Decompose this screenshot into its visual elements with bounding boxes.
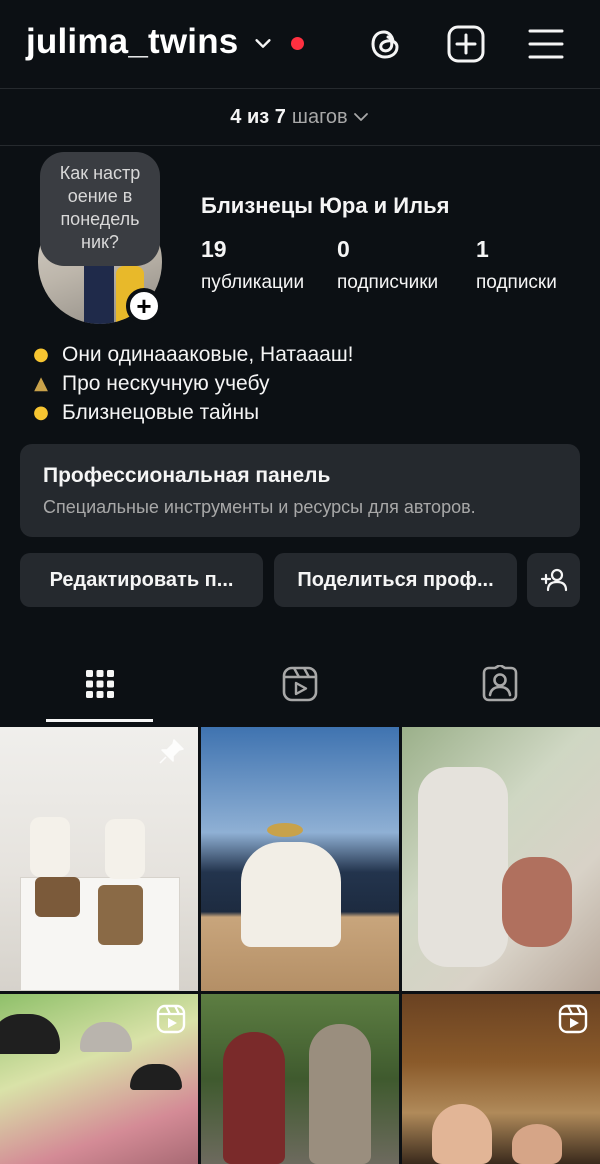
account-switcher-username[interactable]: julima_twins bbox=[26, 22, 238, 62]
professional-dashboard[interactable]: Профессиональная панель Специальные инст… bbox=[20, 444, 580, 537]
tagged-icon bbox=[482, 665, 518, 702]
photo-figure bbox=[98, 885, 143, 945]
edit-profile-button[interactable]: Редактировать п... bbox=[20, 553, 263, 607]
profile-bio: ● Они одинаааковые, Натаааш! ▲ Про неску… bbox=[28, 340, 354, 427]
followers-count[interactable]: 0 подписчики bbox=[337, 236, 438, 294]
photo-figure bbox=[223, 1032, 285, 1164]
discover-people-button[interactable] bbox=[527, 553, 580, 607]
bio-text: Они одинаааковые, Натаааш! bbox=[62, 343, 354, 366]
stat-label: подписчики bbox=[337, 272, 439, 293]
post-thumbnail[interactable] bbox=[0, 994, 198, 1164]
share-profile-button[interactable]: Поделиться проф... bbox=[274, 553, 517, 607]
tab-tagged[interactable] bbox=[476, 660, 524, 708]
post-thumbnail[interactable] bbox=[201, 727, 399, 991]
steps-label: шагов bbox=[291, 105, 348, 128]
photo-figure bbox=[80, 1022, 132, 1052]
post-thumbnail[interactable] bbox=[201, 994, 399, 1164]
stat-value: 0 bbox=[337, 236, 350, 262]
winking-tongue-face-icon: ● bbox=[33, 402, 49, 423]
setup-steps-bar[interactable]: 4 из 7 шагов bbox=[0, 88, 600, 146]
stat-value: 19 bbox=[201, 236, 227, 262]
add-person-icon bbox=[540, 568, 567, 592]
grinning-face-icon: ● bbox=[33, 344, 49, 365]
note-bubble[interactable]: Как настр оение в понедель ник? bbox=[40, 152, 160, 266]
top-bar: julima_twins bbox=[0, 0, 600, 88]
photo-figure bbox=[512, 1124, 562, 1164]
dashboard-title: Профессиональная панель bbox=[43, 464, 331, 487]
bio-line: ● Близнецовые тайны bbox=[28, 398, 354, 427]
notification-dot bbox=[291, 37, 304, 50]
following-count[interactable]: 1 подписки bbox=[476, 236, 557, 294]
bio-line: ● Они одинаааковые, Натаааш! bbox=[28, 340, 354, 369]
avatar-figure bbox=[84, 258, 114, 324]
photo-figure bbox=[105, 819, 145, 879]
post-thumbnail[interactable] bbox=[402, 994, 600, 1164]
post-thumbnail[interactable] bbox=[0, 727, 198, 991]
stat-label: подписки bbox=[476, 272, 557, 293]
chevron-down-icon bbox=[353, 113, 368, 121]
photo-figure bbox=[130, 1064, 182, 1090]
photo-figure bbox=[432, 1104, 492, 1164]
photo-figure bbox=[30, 817, 70, 877]
tab-reels[interactable] bbox=[276, 660, 324, 708]
photo-figure bbox=[35, 877, 80, 917]
graduation-cap-icon: ▲ bbox=[34, 373, 48, 394]
tab-posts-grid[interactable] bbox=[76, 660, 124, 708]
photo-figure bbox=[267, 823, 303, 837]
bio-text: Про нескучную учебу bbox=[62, 372, 270, 395]
grid-icon bbox=[86, 670, 114, 698]
photo-figure bbox=[0, 1014, 60, 1054]
posts-count[interactable]: 19 публикации bbox=[201, 236, 304, 294]
photo-figure bbox=[309, 1024, 371, 1164]
steps-progress: 4 из 7 bbox=[230, 105, 286, 128]
threads-icon[interactable] bbox=[366, 24, 406, 64]
dashboard-subtitle: Специальные инструменты и ресурсы для ав… bbox=[43, 497, 476, 517]
reels-icon bbox=[558, 1004, 588, 1034]
pin-icon bbox=[159, 739, 184, 764]
post-thumbnail[interactable] bbox=[402, 727, 600, 991]
menu-icon[interactable] bbox=[526, 24, 566, 64]
active-tab-indicator bbox=[46, 719, 153, 722]
photo-figure bbox=[241, 842, 341, 947]
create-post-icon[interactable] bbox=[446, 24, 486, 64]
stat-value: 1 bbox=[476, 236, 489, 262]
photo-figure bbox=[502, 857, 572, 947]
bio-text: Близнецовые тайны bbox=[62, 401, 260, 424]
add-story-button[interactable]: + bbox=[126, 288, 162, 324]
reels-icon bbox=[282, 666, 318, 702]
bio-line: ▲ Про нескучную учебу bbox=[28, 369, 354, 398]
stat-label: публикации bbox=[201, 272, 305, 293]
photo-figure bbox=[418, 767, 508, 967]
profile-display-name: Близнецы Юра и Илья bbox=[201, 193, 450, 218]
chevron-down-icon[interactable] bbox=[252, 32, 274, 54]
reels-icon bbox=[156, 1004, 186, 1034]
